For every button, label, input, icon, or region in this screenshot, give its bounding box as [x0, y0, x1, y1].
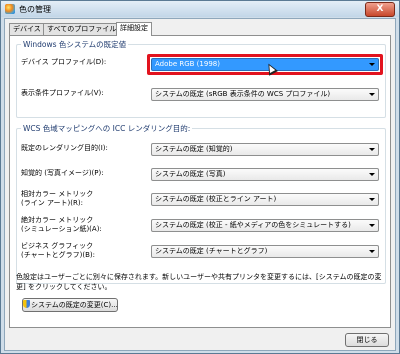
- absolute-colorimetric-label-line1: 絶対カラー メトリック: [21, 216, 94, 224]
- chevron-down-icon: [369, 250, 375, 253]
- wcs-rendering-title: WCS 色域マッピングへの ICC レンダリング目的:: [21, 123, 193, 134]
- color-management-icon: [5, 4, 15, 14]
- chevron-down-icon: [369, 93, 375, 96]
- absolute-colorimetric-label-line2: (シミュレーション紙)(A):: [21, 225, 102, 233]
- absolute-colorimetric-value: システムの既定 (校正 - 紙やメディアの色をシミュレートする): [155, 221, 351, 229]
- business-graphics-dropdown[interactable]: システムの既定 (チャートとグラフ): [151, 245, 379, 258]
- change-system-defaults-button[interactable]: システムの既定の変更(C)...: [22, 298, 118, 312]
- device-profile-label: デバイス プロファイル(D):: [21, 58, 107, 66]
- business-graphics-label-line1: ビジネス グラフィック: [21, 242, 94, 250]
- wcs-rendering-group: WCS 色域マッピングへの ICC レンダリング目的: 既定のレンダリング目的(…: [16, 123, 386, 284]
- color-management-window: 色の管理 X デバイス すべてのプロファイル 詳細設定 Windows 色システ…: [0, 0, 400, 354]
- default-intent-label: 既定のレンダリング目的(I):: [21, 144, 108, 152]
- relative-colorimetric-dropdown[interactable]: システムの既定 (校正とライン アート): [151, 193, 379, 206]
- absolute-colorimetric-dropdown[interactable]: システムの既定 (校正 - 紙やメディアの色をシミュレートする): [151, 219, 379, 232]
- windows-defaults-title: Windows 色システムの既定値: [21, 39, 129, 50]
- chevron-down-icon: [369, 198, 375, 201]
- relative-colorimetric-label-line2: (ライン アート)(R):: [21, 199, 83, 207]
- tab-devices[interactable]: デバイス: [9, 23, 45, 35]
- window-close-button[interactable]: X: [365, 2, 395, 17]
- windows-defaults-group: Windows 色システムの既定値 デバイス プロファイル(D): Adobe …: [16, 39, 386, 118]
- change-system-defaults-label: システムの既定の変更(C)...: [31, 301, 118, 309]
- advanced-panel: Windows 色システムの既定値 デバイス プロファイル(D): Adobe …: [9, 35, 391, 328]
- default-intent-value: システムの既定 (知覚的): [155, 145, 233, 153]
- perceptual-value: システムの既定 (写真): [155, 170, 226, 178]
- viewing-conditions-value: システムの既定 (sRGB 表示条件の WCS プロファイル): [155, 90, 331, 98]
- client-area: デバイス すべてのプロファイル 詳細設定 Windows 色システムの既定値 デ…: [4, 18, 396, 351]
- viewing-conditions-dropdown[interactable]: システムの既定 (sRGB 表示条件の WCS プロファイル): [151, 88, 379, 101]
- tab-all-profiles[interactable]: すべてのプロファイル: [43, 23, 121, 35]
- default-intent-dropdown[interactable]: システムの既定 (知覚的): [151, 143, 379, 156]
- chevron-down-icon: [369, 148, 375, 151]
- perceptual-label: 知覚的 (写真イメージ)(P):: [21, 169, 104, 177]
- perceptual-dropdown[interactable]: システムの既定 (写真): [151, 168, 379, 181]
- chevron-down-icon: [369, 224, 375, 227]
- per-user-note: 色設定はユーザーごとに別々に保存されます。新しいユーザーや共有プリンタを変更する…: [16, 273, 382, 291]
- relative-colorimetric-value: システムの既定 (校正とライン アート): [155, 195, 277, 203]
- business-graphics-label-line2: (チャートとグラフ)(B):: [21, 251, 96, 259]
- shield-icon: [23, 300, 30, 308]
- business-graphics-value: システムの既定 (チャートとグラフ): [155, 247, 268, 255]
- title-bar[interactable]: 色の管理 X: [1, 1, 399, 17]
- close-button[interactable]: 閉じる: [345, 333, 389, 347]
- relative-colorimetric-label-line1: 相対カラー メトリック: [21, 190, 94, 198]
- viewing-conditions-label: 表示条件プロファイル(V):: [21, 89, 104, 97]
- window-title: 色の管理: [19, 5, 51, 14]
- tab-advanced[interactable]: 詳細設定: [116, 22, 152, 36]
- chevron-down-icon: [369, 173, 375, 176]
